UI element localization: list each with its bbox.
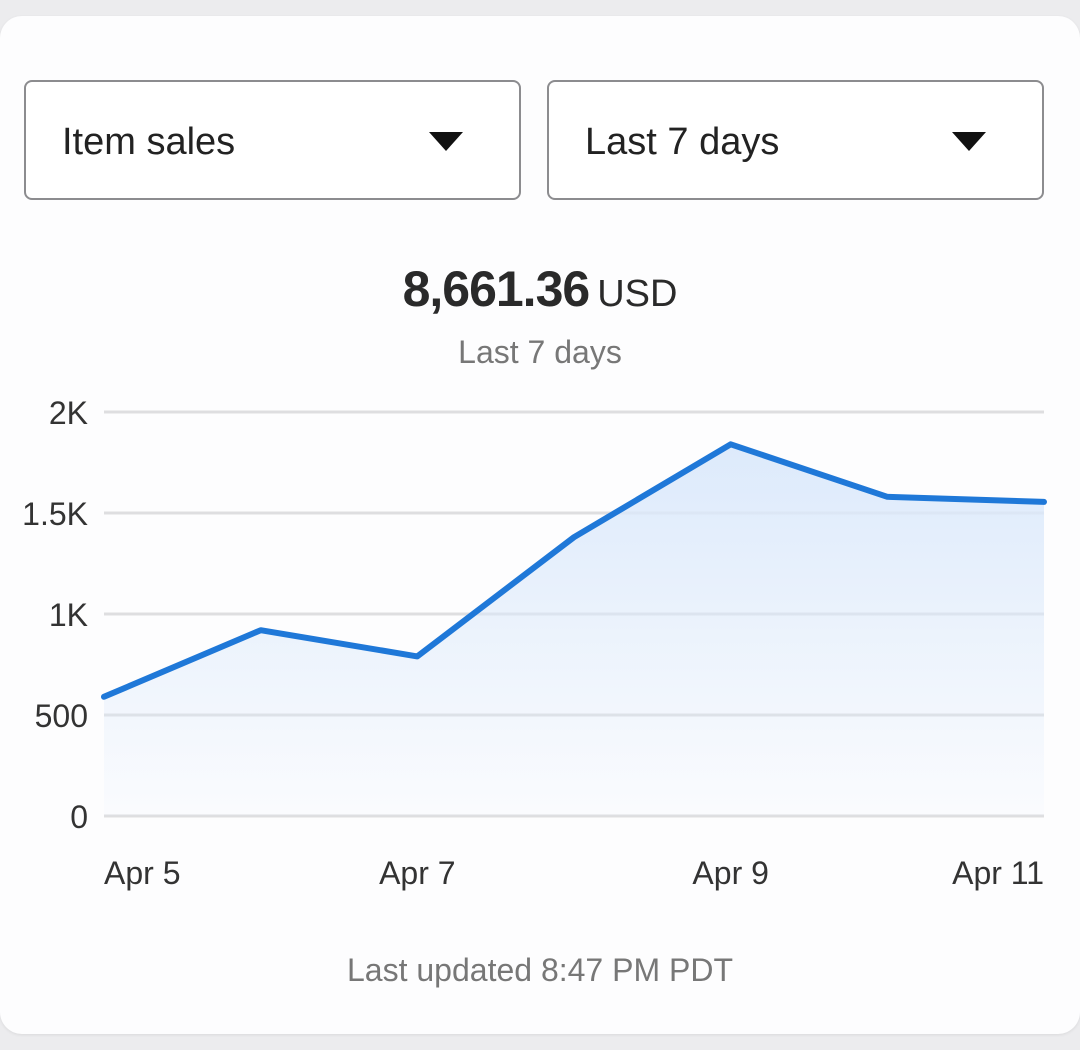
x-tick-label: Apr 11 — [952, 855, 1044, 891]
sales-line-chart: 0 500 1K 1.5K 2K Apr 5 Apr 7 Apr 9 Apr 11 — [22, 396, 1047, 891]
total-currency: USD — [597, 273, 678, 315]
data-point — [1041, 499, 1047, 505]
metric-dropdown[interactable]: Item sales — [24, 80, 521, 200]
data-point — [571, 534, 577, 540]
caret-down-icon — [952, 132, 986, 151]
caret-down-icon — [429, 132, 463, 151]
data-point — [728, 441, 734, 447]
metric-dropdown-label: Item sales — [62, 121, 236, 163]
last-updated-text: Last updated 8:47 PM PDT — [347, 952, 733, 988]
y-tick-label: 0 — [70, 799, 88, 835]
total-amount: 8,661.36 — [402, 261, 591, 317]
date-range-dropdown[interactable]: Last 7 days — [547, 80, 1044, 200]
summary-period: Last 7 days — [458, 334, 622, 370]
total-sales: 8,661.36 USD — [0, 260, 1080, 318]
y-tick-label: 1K — [49, 597, 88, 633]
x-tick-label: Apr 7 — [379, 855, 455, 891]
x-tick-label: Apr 5 — [104, 855, 180, 891]
date-range-dropdown-label: Last 7 days — [585, 121, 780, 163]
data-point — [414, 653, 420, 659]
sales-summary-card: Item sales Last 7 days 8,661.36 USD Last … — [0, 16, 1080, 1034]
x-tick-label: Apr 9 — [692, 855, 768, 891]
data-point — [884, 494, 890, 500]
data-point — [101, 694, 107, 700]
y-tick-label: 500 — [35, 698, 88, 734]
y-tick-label: 2K — [49, 396, 88, 431]
data-point — [258, 627, 264, 633]
y-tick-label: 1.5K — [22, 496, 88, 532]
